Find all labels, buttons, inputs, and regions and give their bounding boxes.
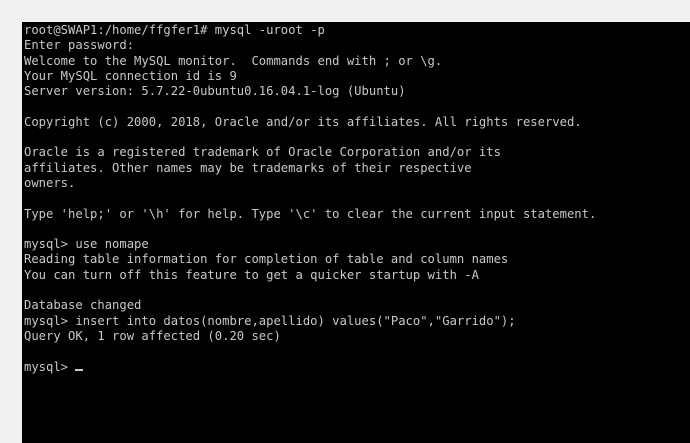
terminal-console[interactable]: root@SWAP1:/home/ffgfer1# mysql -uroot -… — [22, 22, 690, 443]
terminal-line: Enter password: — [24, 38, 135, 53]
terminal-line: affiliates. Other names may be trademark… — [24, 160, 472, 175]
terminal-line: Your MySQL connection id is 9 — [24, 68, 237, 83]
terminal-line: mysql> use nomape — [24, 237, 149, 252]
terminal-line: Oracle is a registered trademark of Orac… — [24, 145, 501, 160]
terminal-line: Welcome to the MySQL monitor. Commands e… — [24, 53, 443, 68]
terminal-line: owners. — [24, 175, 76, 190]
terminal-output: root@SWAP1:/home/ffgfer1# mysql -uroot -… — [24, 23, 596, 375]
terminal-line: Server version: 5.7.22-0ubuntu0.16.04.1-… — [24, 84, 406, 99]
terminal-line: Type 'help;' or '\h' for help. Type '\c'… — [24, 206, 597, 221]
mysql-prompt: mysql> — [24, 359, 76, 374]
terminal-line: Copyright (c) 2000, 2018, Oracle and/or … — [24, 114, 582, 129]
terminal-line: root@SWAP1:/home/ffgfer1# mysql -uroot -… — [24, 23, 325, 37]
text-cursor — [75, 368, 84, 371]
terminal-line: Query OK, 1 row affected (0.20 sec) — [24, 328, 281, 343]
terminal-line: mysql> insert into datos(nombre,apellido… — [24, 313, 516, 328]
terminal-prompt-line[interactable]: mysql> — [24, 360, 596, 375]
terminal-line: Database changed — [24, 298, 142, 313]
terminal-line: You can turn off this feature to get a q… — [24, 267, 479, 282]
terminal-line: Reading table information for completion… — [24, 252, 509, 267]
screen-frame: root@SWAP1:/home/ffgfer1# mysql -uroot -… — [0, 0, 690, 443]
